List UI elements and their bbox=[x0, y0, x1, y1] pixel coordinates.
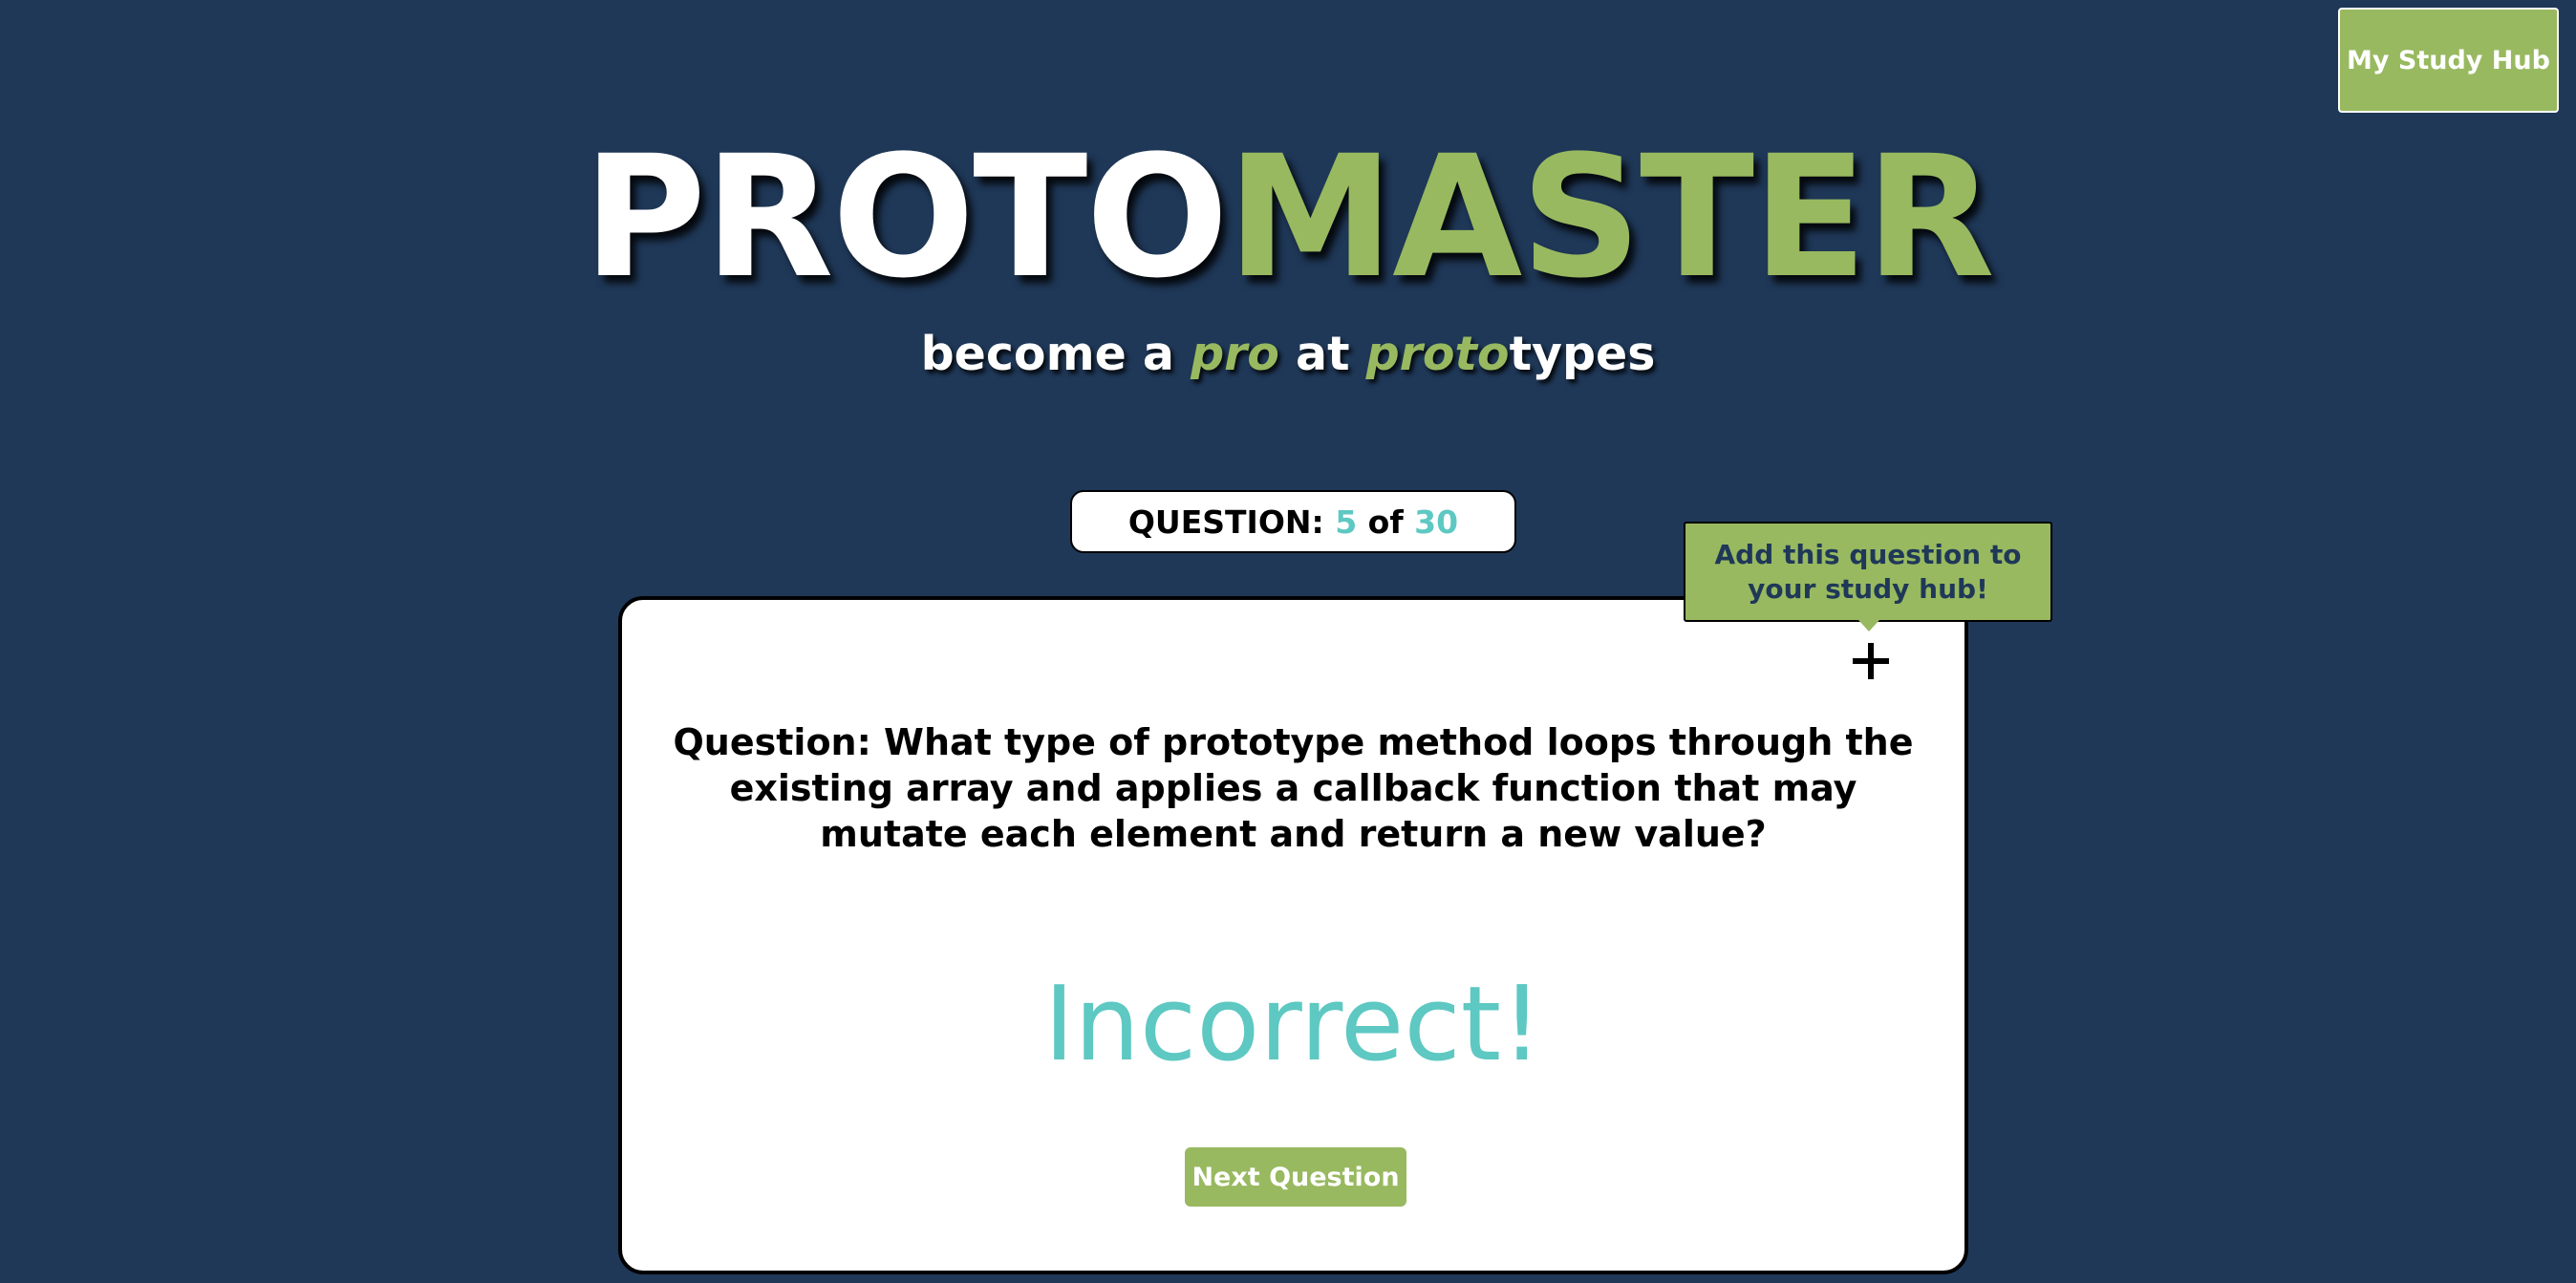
add-to-study-hub-tooltip: Add this question to your study hub! bbox=[1684, 522, 2052, 622]
tagline-text-1: become a bbox=[920, 327, 1191, 381]
question-card: Question: What type of prototype method … bbox=[618, 596, 1968, 1274]
counter-total: 30 bbox=[1414, 503, 1459, 541]
counter-current: 5 bbox=[1335, 503, 1358, 541]
question-text: Question: What type of prototype method … bbox=[673, 721, 1914, 855]
tooltip-arrow bbox=[1858, 620, 1879, 631]
next-question-button[interactable]: Next Question bbox=[1185, 1147, 1406, 1207]
logo-part-master: MASTER bbox=[1226, 119, 1995, 315]
result-message: Incorrect! bbox=[1043, 965, 1543, 1084]
tagline-highlight-proto: proto bbox=[1365, 327, 1510, 381]
tagline-text-3: types bbox=[1509, 327, 1656, 381]
tagline-text-2: at bbox=[1278, 327, 1366, 381]
counter-label: QUESTION: bbox=[1127, 503, 1336, 541]
counter-separator: of bbox=[1357, 503, 1415, 541]
question-counter: QUESTION: 5 of 30 bbox=[1070, 490, 1516, 553]
logo: PROTOMASTER bbox=[0, 122, 2576, 313]
tooltip-text: Add this question to your study hub! bbox=[1714, 538, 2022, 605]
tagline: become a pro at prototypes bbox=[0, 321, 2576, 388]
logo-part-proto: PROTO bbox=[583, 119, 1229, 315]
my-study-hub-button[interactable]: My Study Hub bbox=[2338, 8, 2559, 113]
plus-icon[interactable] bbox=[1850, 640, 1892, 682]
tagline-highlight-pro: pro bbox=[1191, 327, 1279, 381]
